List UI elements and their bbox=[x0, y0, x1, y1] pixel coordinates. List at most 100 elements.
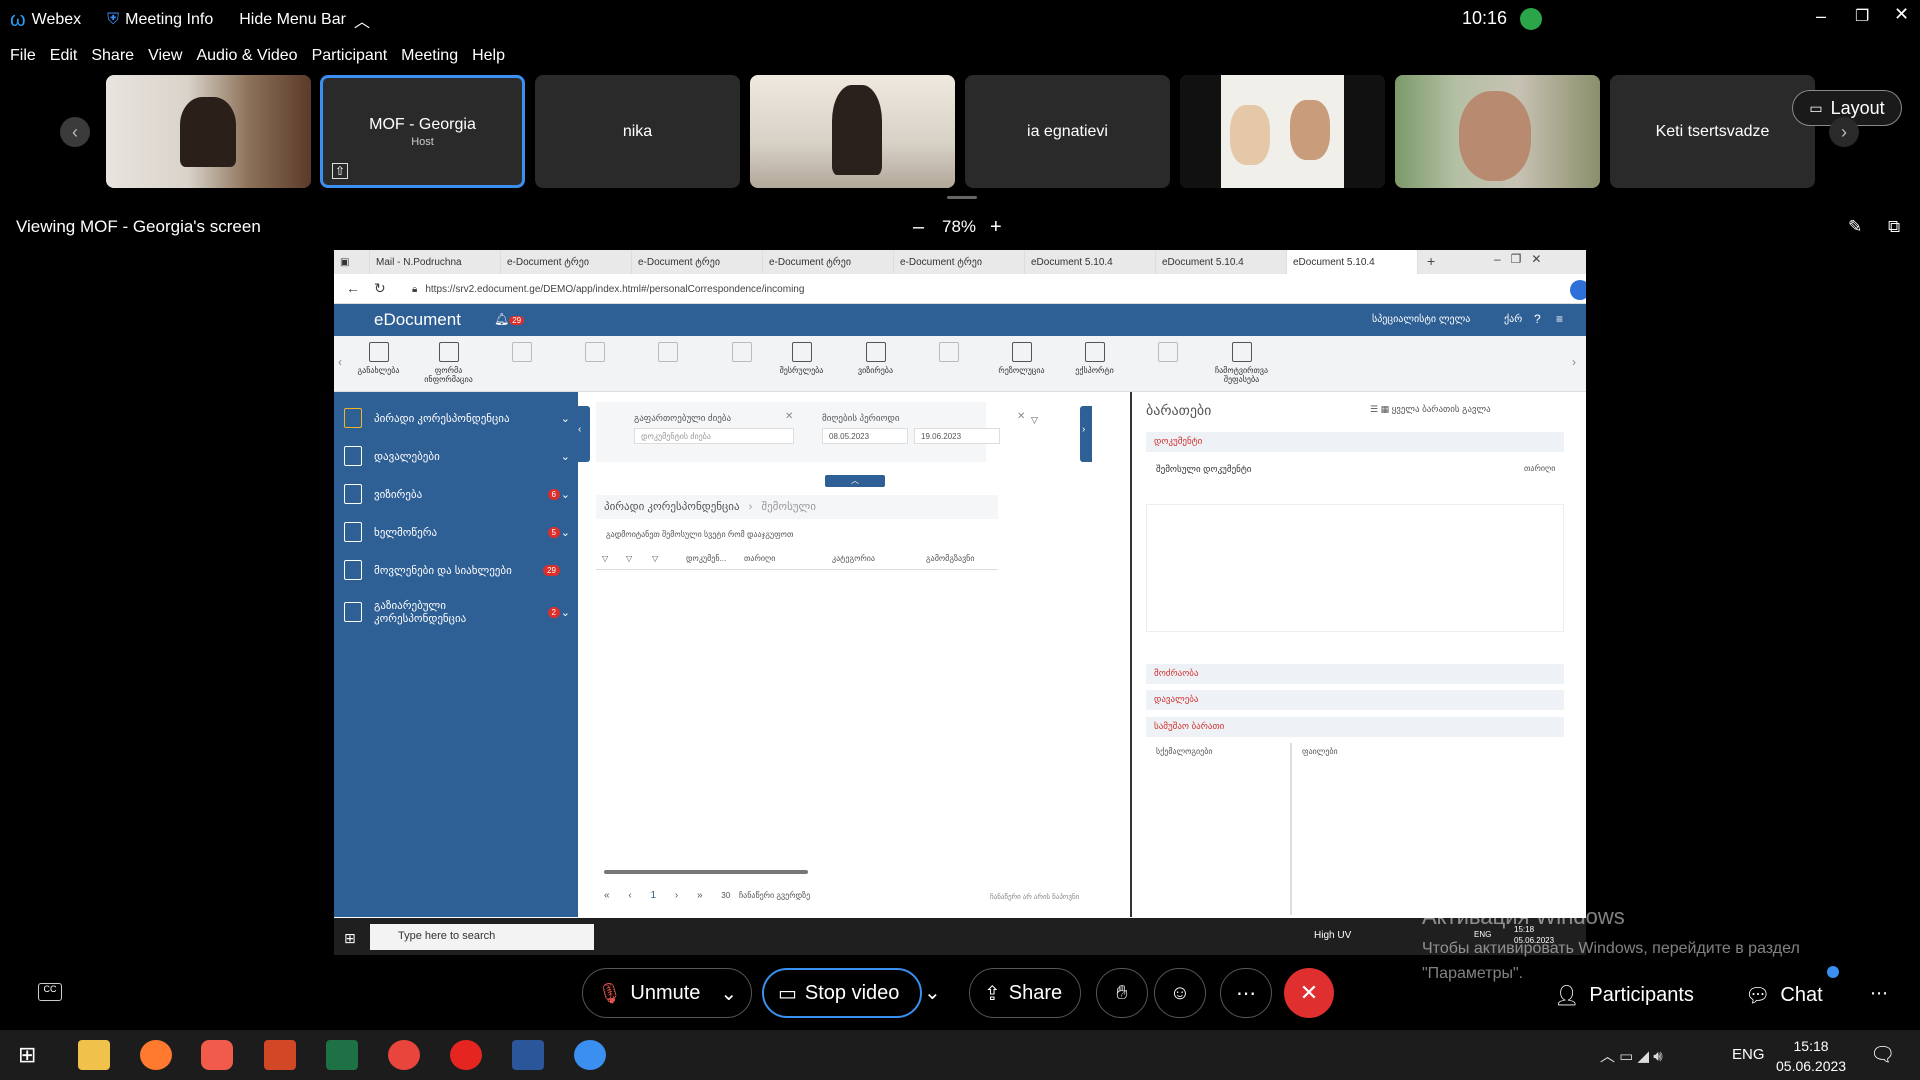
stop-video-button[interactable]: ▭ Stop video bbox=[762, 968, 922, 1018]
sidebar-item-events[interactable]: მოვლენები და სიახლეები 29 bbox=[334, 552, 578, 588]
browser-tab[interactable]: eDocument 5.10.4 bbox=[1025, 250, 1156, 274]
browser-tab[interactable]: e-Document ტრეი bbox=[501, 250, 632, 274]
chrome-icon[interactable] bbox=[388, 1040, 420, 1070]
grid-scrollbar[interactable] bbox=[604, 870, 808, 874]
col-doc[interactable]: დოკუმენ... bbox=[686, 554, 726, 563]
zoom-out-button[interactable]: – bbox=[913, 216, 924, 239]
hamburger-icon[interactable]: ≡ bbox=[1556, 312, 1563, 326]
right-panel-collapse-tab[interactable]: › bbox=[1080, 406, 1092, 462]
taskbar-clock[interactable]: 15:18 05.06.2023 bbox=[1776, 1036, 1846, 1076]
more-options-button[interactable]: ⋯ bbox=[1220, 968, 1272, 1018]
tool-disabled[interactable] bbox=[567, 342, 622, 366]
video-options-chevron[interactable]: ⌄ bbox=[924, 980, 941, 1005]
participant-video-4[interactable] bbox=[1395, 75, 1600, 188]
word-icon[interactable] bbox=[512, 1040, 544, 1070]
participant-host-tile[interactable]: MOF - Georgia Host ⇧ bbox=[320, 75, 525, 188]
edoc-logo[interactable]: eDocument bbox=[374, 310, 461, 330]
leave-button[interactable]: ✕ bbox=[1284, 968, 1334, 1018]
sidebar-item-shared[interactable]: გაზიარებული კორესპონდენცია 2 ⌄ bbox=[334, 590, 578, 634]
more-icon[interactable]: ⋯ bbox=[1870, 983, 1888, 1004]
collapse-filter-button[interactable]: ︿ bbox=[825, 475, 885, 487]
page-size[interactable]: 30 bbox=[721, 891, 730, 900]
section-task[interactable]: დავალება bbox=[1146, 690, 1564, 710]
popout-icon[interactable]: ⧉ bbox=[1888, 217, 1900, 237]
participant-video-1[interactable] bbox=[106, 75, 311, 188]
remote-start-icon[interactable]: ⊞ bbox=[344, 930, 356, 947]
sidebar-item-visa[interactable]: ვიზირება 6 ⌄ bbox=[334, 476, 578, 512]
meeting-info-button[interactable]: ⛨ Meeting Info bbox=[107, 11, 213, 29]
prev-participants-button[interactable]: ‹ bbox=[60, 117, 90, 147]
form-tool[interactable]: ფორმა ინფორმაცია bbox=[421, 342, 476, 384]
unmute-button[interactable]: 🎙︎ Unmute ⌄ bbox=[582, 968, 752, 1018]
toolbar-right-arrow[interactable]: › bbox=[1572, 355, 1576, 369]
app-icon[interactable] bbox=[201, 1040, 233, 1070]
user-menu[interactable]: სპეციალისტი ლელა bbox=[1372, 314, 1470, 325]
browser-tab[interactable]: Mail - N.Podruchna bbox=[370, 250, 501, 274]
tab-actions-icon[interactable]: ▣ bbox=[334, 250, 370, 274]
browser-tab[interactable]: e-Document ტრეი bbox=[632, 250, 763, 274]
close-icon[interactable]: ✕ bbox=[1894, 4, 1909, 25]
export-tool[interactable]: ექსპორტი bbox=[1067, 342, 1122, 375]
col-filter-icon[interactable]: ▽ bbox=[626, 554, 632, 563]
yandex-icon[interactable] bbox=[450, 1040, 482, 1070]
menu-participant[interactable]: Participant bbox=[312, 47, 388, 65]
windows-start-icon[interactable]: ⊞ bbox=[18, 1042, 36, 1068]
clear-search-icon[interactable]: ✕ bbox=[785, 411, 793, 422]
breadcrumb-root[interactable]: პირადი კორესპონდენცია bbox=[604, 501, 740, 513]
browser-tab-active[interactable]: eDocument 5.10.4 bbox=[1287, 250, 1418, 274]
section-movement[interactable]: მოძრაობა bbox=[1146, 664, 1564, 684]
lang-switch[interactable]: ქარ bbox=[1504, 314, 1522, 325]
menu-help[interactable]: Help bbox=[472, 47, 505, 65]
section-document[interactable]: დოკუმენტი bbox=[1146, 432, 1564, 452]
help-icon[interactable]: ? bbox=[1534, 312, 1541, 326]
next-page-icon[interactable]: › bbox=[675, 890, 678, 901]
col-category[interactable]: კატეგორია bbox=[832, 554, 875, 563]
new-tab-icon[interactable]: + bbox=[1427, 253, 1435, 269]
restore-icon[interactable]: ❐ bbox=[1855, 6, 1869, 26]
remote-search-box[interactable]: Type here to search bbox=[370, 924, 594, 950]
file-explorer-icon[interactable] bbox=[78, 1040, 110, 1070]
reactions-button[interactable]: ☺ bbox=[1154, 968, 1206, 1018]
participants-button[interactable]: 👤︎ Participants bbox=[1554, 983, 1694, 1008]
date-from-field[interactable]: 08.05.2023 bbox=[822, 428, 908, 444]
annotate-icon[interactable]: ✎ bbox=[1848, 217, 1862, 237]
browser-tab[interactable]: eDocument 5.10.4 bbox=[1156, 250, 1287, 274]
menu-share[interactable]: Share bbox=[91, 47, 134, 65]
share-button[interactable]: ⇪ Share bbox=[969, 968, 1081, 1018]
participant-video-2[interactable] bbox=[750, 75, 955, 188]
browser-tab[interactable]: e-Document ტრეი bbox=[763, 250, 894, 274]
tool-disabled[interactable] bbox=[921, 342, 976, 366]
section-workcard[interactable]: სამუშაო ბარათი bbox=[1146, 717, 1564, 737]
panel-divider[interactable] bbox=[1130, 392, 1132, 917]
col-filter-icon[interactable]: ▽ bbox=[602, 554, 608, 563]
sidebar-item-signature[interactable]: ხელმოწერა 5 ⌄ bbox=[334, 514, 578, 550]
next-participants-button[interactable]: › bbox=[1829, 117, 1859, 147]
download-tool[interactable]: ჩამოტვირთვა შეფასება bbox=[1214, 342, 1269, 384]
menu-audio-video[interactable]: Audio & Video bbox=[196, 47, 297, 65]
col-date[interactable]: თარიღი bbox=[744, 554, 775, 563]
sidebar-item-personal[interactable]: პირადი კორესპონდენცია ⌄ bbox=[334, 400, 578, 436]
toolbar-left-arrow[interactable]: ‹ bbox=[338, 355, 342, 369]
notifications-icon[interactable]: 🗨︎ bbox=[1870, 1042, 1895, 1067]
sidebar-collapse-tab[interactable]: ‹ bbox=[578, 406, 590, 462]
zoom-in-button[interactable]: + bbox=[990, 216, 1002, 239]
filter-icon[interactable]: ▽ bbox=[1031, 415, 1038, 426]
taskbar-lang[interactable]: ENG bbox=[1732, 1046, 1765, 1063]
sidebar-item-tasks[interactable]: დავალებები ⌄ bbox=[334, 438, 578, 474]
visa-tool[interactable]: ვიზირება bbox=[848, 342, 903, 375]
page-number[interactable]: 1 bbox=[650, 890, 656, 901]
participant-tile[interactable]: ia egnatievi bbox=[965, 75, 1170, 188]
back-icon[interactable]: ← bbox=[346, 280, 360, 296]
tool-disabled[interactable] bbox=[494, 342, 549, 366]
col-sender[interactable]: გამომგზავნი bbox=[926, 554, 975, 563]
browser-tab[interactable]: e-Document ტრეი bbox=[894, 250, 1025, 274]
webex-taskbar-icon[interactable] bbox=[574, 1040, 606, 1070]
resize-handle[interactable] bbox=[947, 196, 977, 199]
participant-tile[interactable]: nika bbox=[535, 75, 740, 188]
hide-menu-bar-button[interactable]: Hide Menu Bar ︿ bbox=[239, 8, 370, 32]
powerpoint-icon[interactable] bbox=[264, 1040, 296, 1070]
prev-page-icon[interactable]: ‹ bbox=[628, 890, 631, 901]
clear-period-icon[interactable]: ✕ bbox=[1017, 411, 1025, 422]
browser-window-controls[interactable]: – ❐ ✕ bbox=[1494, 252, 1542, 266]
raise-hand-button[interactable]: ✋︎ bbox=[1096, 968, 1148, 1018]
